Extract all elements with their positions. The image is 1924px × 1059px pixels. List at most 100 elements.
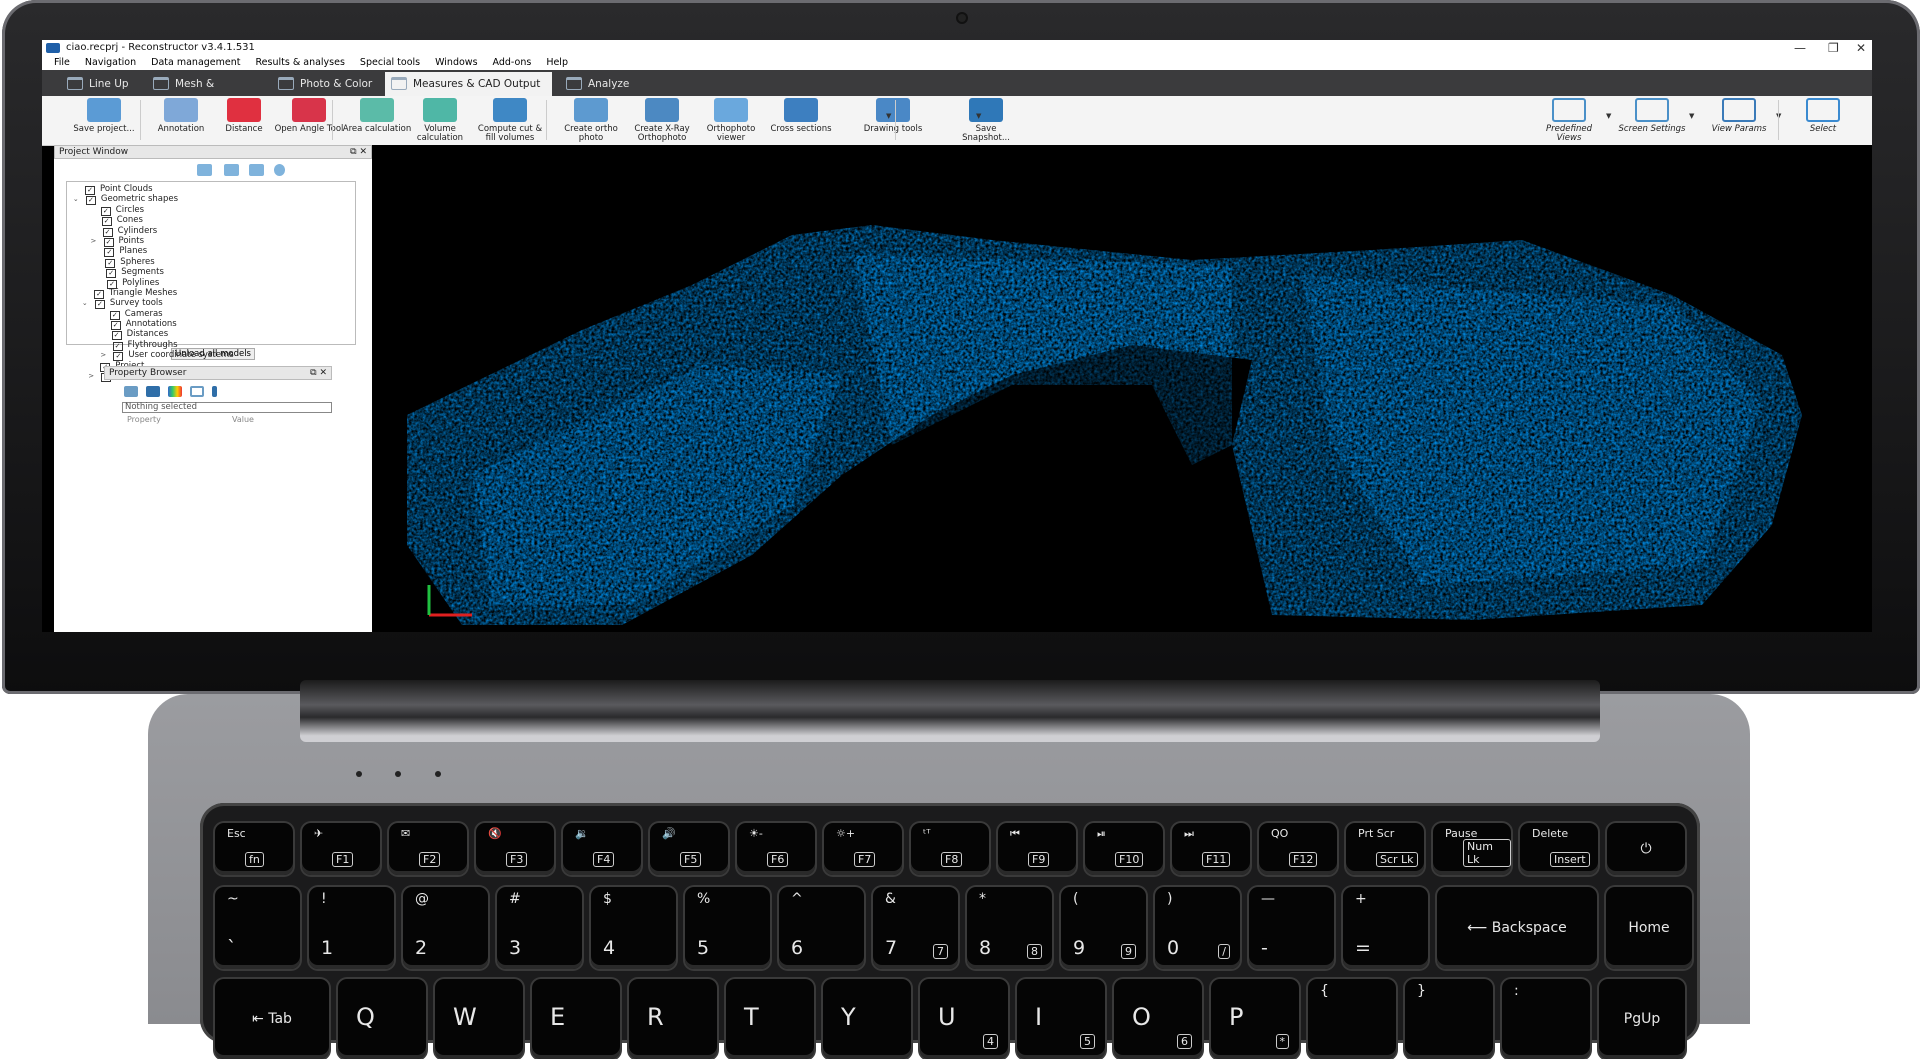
- expand-toggle-icon[interactable]: ⌄: [73, 194, 79, 204]
- key-2[interactable]: @2: [403, 887, 488, 969]
- key-f7[interactable]: ☼+ F7: [824, 823, 902, 875]
- predefined-views-dropdown[interactable]: ▼: [1606, 112, 1611, 120]
- key-[interactable]: — -: [1249, 887, 1334, 969]
- key-f3[interactable]: 🔇 F3: [476, 823, 554, 875]
- key-scr-lk[interactable]: Prt Scr Scr Lk: [1346, 823, 1424, 875]
- cross-sections-dropdown[interactable]: ▼: [886, 112, 891, 120]
- key-f9[interactable]: ⏮ F9: [998, 823, 1076, 875]
- key-backspace[interactable]: ⟵ Backspace: [1437, 887, 1597, 969]
- menu-special-tools[interactable]: Special tools: [360, 56, 420, 70]
- key-r[interactable]: R: [629, 979, 717, 1059]
- key-6[interactable]: ^ 6: [779, 887, 864, 969]
- tab-measures-cad-output[interactable]: Measures & CAD Output: [385, 72, 552, 96]
- key-num-lk[interactable]: Pause Num Lk: [1433, 823, 1511, 875]
- ribbon-create-ortho-photo[interactable]: Create ortho photo: [556, 98, 626, 143]
- key-7[interactable]: & 7 7: [873, 887, 958, 969]
- key-f2[interactable]: ✉ F2: [389, 823, 467, 875]
- key-u[interactable]: 4U: [920, 979, 1008, 1059]
- key-f8[interactable]: ᵗᵀ F8: [911, 823, 989, 875]
- upload-icon[interactable]: [197, 164, 212, 176]
- key-q[interactable]: Q: [338, 979, 426, 1059]
- key-o[interactable]: 6O: [1114, 979, 1202, 1059]
- ribbon-area-calculation[interactable]: Area calculation: [342, 98, 412, 134]
- key-f1[interactable]: ✈ F1: [302, 823, 380, 875]
- tree-item-cylinders[interactable]: ✓ Cylinders: [67, 226, 355, 237]
- export-icon[interactable]: [249, 164, 264, 176]
- tree-item-polylines[interactable]: ✓ Polylines: [67, 278, 355, 289]
- menu-results-analyses[interactable]: Results & analyses: [256, 56, 345, 70]
- key-[interactable]: }: [1405, 979, 1493, 1059]
- ribbon-drawing-tools[interactable]: Drawing tools: [858, 98, 928, 134]
- ribbon-distance[interactable]: Distance: [209, 98, 279, 134]
- tree-item-spheres[interactable]: ✓ Spheres: [67, 257, 355, 268]
- ribbon-compute-cut-fill-volumes[interactable]: Compute cut & fill volumes: [475, 98, 545, 143]
- profile-icon[interactable]: [146, 386, 160, 397]
- drawing-tools-dropdown[interactable]: ▼: [976, 112, 981, 120]
- tree-item-circles[interactable]: ✓ Circles: [67, 205, 355, 216]
- key-[interactable]: ~ `: [215, 887, 300, 969]
- key-3[interactable]: #3: [497, 887, 582, 969]
- key-f12[interactable]: QO F12: [1259, 823, 1337, 875]
- key-f11[interactable]: ⏭ F11: [1172, 823, 1250, 875]
- ribbon-screen-settings[interactable]: Screen Settings: [1617, 98, 1687, 134]
- tab-mesh-shapes[interactable]: Mesh & Shapes: [147, 72, 254, 114]
- tree-item-cameras[interactable]: ✓ Cameras: [67, 309, 355, 320]
- tree-item-user-coordinate-systems[interactable]: > ✓ User coordinate systems: [67, 350, 355, 362]
- 3d-viewport[interactable]: [372, 145, 1872, 632]
- key-1[interactable]: ! 1: [309, 887, 394, 969]
- ribbon-open-angle-tool[interactable]: Open Angle Tool: [274, 98, 344, 134]
- menu-file[interactable]: File: [54, 56, 70, 70]
- screen-settings-dropdown[interactable]: ▼: [1689, 112, 1694, 120]
- expand-toggle-icon[interactable]: >: [91, 236, 97, 246]
- menu-data-management[interactable]: Data management: [151, 56, 240, 70]
- ribbon-save-project[interactable]: Save project...: [69, 98, 139, 134]
- menu-help[interactable]: Help: [546, 56, 568, 70]
- tree-item-planes[interactable]: ✓ Planes: [67, 246, 355, 258]
- key-pgup[interactable]: PgUp: [1599, 979, 1685, 1059]
- key-5[interactable]: % 5: [685, 887, 770, 969]
- key-f6[interactable]: ☀- F6: [737, 823, 815, 875]
- key-t[interactable]: T: [726, 979, 814, 1059]
- tree-item-distances[interactable]: ✓ Distances: [67, 329, 355, 341]
- cloud-icon[interactable]: [124, 386, 138, 397]
- search-icon[interactable]: [274, 164, 285, 176]
- key-insert[interactable]: Delete Insert: [1520, 823, 1598, 875]
- tree-item-cones[interactable]: ✓ Cones: [67, 215, 355, 227]
- ribbon-view-params[interactable]: View Params: [1704, 98, 1774, 134]
- menu-add-ons[interactable]: Add-ons: [493, 56, 532, 70]
- key-8[interactable]: * 8 8: [967, 887, 1052, 969]
- key-home[interactable]: Home: [1606, 887, 1692, 969]
- ribbon-save-snapshot[interactable]: Save Snapshot...: [951, 98, 1021, 143]
- key-f10[interactable]: ⏯ F10: [1085, 823, 1163, 875]
- tab-analyze[interactable]: Analyze: [560, 72, 630, 96]
- minimize-button[interactable]: —: [1794, 40, 1806, 56]
- panel-float-close-icons[interactable]: ⧉ ✕: [350, 146, 367, 158]
- tree-item-survey-tools[interactable]: ⌄ ✓ Survey tools: [67, 298, 355, 310]
- expand-toggle-icon[interactable]: ⌄: [82, 298, 88, 308]
- key-w[interactable]: W: [435, 979, 523, 1059]
- tree-item-points[interactable]: > ✓ Points: [67, 236, 355, 247]
- colormap-icon[interactable]: [168, 386, 182, 397]
- key-9[interactable]: (9 9: [1061, 887, 1146, 969]
- key-[interactable]: + =: [1343, 887, 1428, 969]
- expand-toggle-icon[interactable]: >: [100, 350, 106, 360]
- key-y[interactable]: Y: [823, 979, 911, 1059]
- ribbon-cross-sections[interactable]: Cross sections: [766, 98, 836, 134]
- key-[interactable]: ⏻: [1607, 823, 1685, 875]
- key-fn[interactable]: Esc fn: [215, 823, 293, 875]
- tree-item-flythroughs[interactable]: ✓ Flythroughs: [67, 340, 355, 351]
- key-[interactable]: {: [1308, 979, 1396, 1059]
- ribbon-orthophoto-viewer[interactable]: Orthophoto viewer: [696, 98, 766, 143]
- tree-item-triangle-meshes[interactable]: ✓ Triangle Meshes: [67, 288, 355, 299]
- ribbon-volume-calculation[interactable]: Volume calculation: [405, 98, 475, 143]
- tree-item-geometric-shapes[interactable]: ⌄ ✓ Geometric shapes: [67, 194, 355, 206]
- key-i[interactable]: 5I: [1017, 979, 1105, 1059]
- ribbon-create-x-ray-orthophoto[interactable]: Create X-Ray Orthophoto: [627, 98, 697, 143]
- key-f5[interactable]: 🔊 F5: [650, 823, 728, 875]
- key-p[interactable]: * P: [1211, 979, 1299, 1059]
- ribbon-annotation[interactable]: Annotation: [146, 98, 216, 134]
- menu-navigation[interactable]: Navigation: [85, 56, 136, 70]
- info-icon[interactable]: [212, 386, 217, 397]
- tree-item-point-clouds[interactable]: ✓ Point Clouds: [67, 184, 355, 195]
- download-icon[interactable]: [224, 164, 239, 176]
